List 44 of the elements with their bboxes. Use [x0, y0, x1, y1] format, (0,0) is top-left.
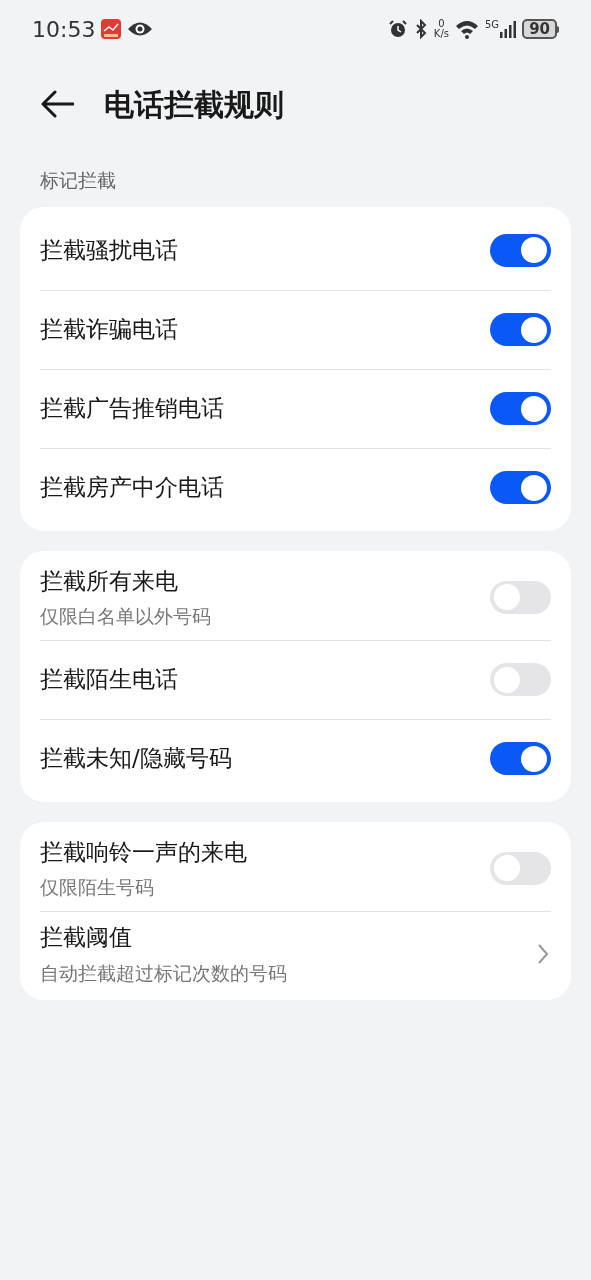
toggle-switch[interactable]: [490, 471, 551, 504]
settings-row[interactable]: 拦截未知/隐藏号码: [40, 718, 551, 798]
row-title: 拦截房产中介电话: [40, 473, 224, 503]
battery-indicator: 90: [522, 19, 557, 39]
bluetooth-icon: [413, 19, 428, 39]
status-time: 10:53: [32, 15, 96, 44]
settings-row[interactable]: 拦截诈骗电话: [40, 289, 551, 369]
toggle-switch[interactable]: [490, 392, 551, 425]
speed-value: 0: [438, 19, 445, 29]
network-type: 5G: [485, 20, 500, 30]
wifi-icon: [455, 19, 479, 39]
alarm-icon: [387, 19, 408, 39]
app-notification-icon: [101, 19, 122, 39]
settings-row[interactable]: 拦截骚扰电话: [40, 210, 551, 290]
row-subtitle: 仅限白名单以外号码: [40, 604, 211, 629]
eye-icon: [127, 20, 154, 38]
toggle-switch[interactable]: [490, 742, 551, 775]
speed-unit: K/s: [433, 29, 449, 39]
row-title: 拦截陌生电话: [40, 665, 178, 695]
row-title: 拦截广告推销电话: [40, 394, 224, 424]
signal-icon: [500, 20, 517, 38]
toggle-switch[interactable]: [490, 233, 551, 267]
row-title: 拦截所有来电: [40, 566, 179, 596]
chevron-right-icon: [537, 942, 549, 965]
toggle-switch[interactable]: [490, 313, 551, 346]
row-title: 拦截阈值: [40, 923, 133, 952]
settings-row[interactable]: 拦截陌生电话: [40, 639, 551, 719]
row-title: 拦截骚扰电话: [40, 235, 178, 265]
settings-row[interactable]: 拦截广告推销电话: [40, 368, 551, 448]
row-title: 拦截诈骗电话: [40, 315, 178, 345]
settings-row[interactable]: 拦截响铃一声的来电 仅限陌生号码: [40, 825, 551, 911]
toggle-switch[interactable]: [490, 663, 551, 696]
row-title: 拦截响铃一声的来电: [40, 837, 247, 867]
page-title: 电话拦截规则: [104, 85, 284, 124]
settings-row[interactable]: 拦截所有来电 仅限白名单以外号码: [40, 554, 551, 640]
toggle-switch[interactable]: [490, 851, 551, 885]
row-subtitle: 自动拦截超过标记次数的号码: [40, 960, 287, 986]
settings-row[interactable]: 拦截阈值 自动拦截超过标记次数的号码: [40, 910, 551, 996]
toggle-switch[interactable]: [490, 580, 551, 614]
settings-row[interactable]: 拦截房产中介电话: [40, 447, 551, 527]
back-arrow-icon[interactable]: [40, 90, 74, 118]
row-subtitle: 仅限陌生号码: [40, 875, 155, 900]
row-title: 拦截未知/隐藏号码: [40, 744, 232, 774]
section-label: 标记拦截: [40, 169, 116, 191]
